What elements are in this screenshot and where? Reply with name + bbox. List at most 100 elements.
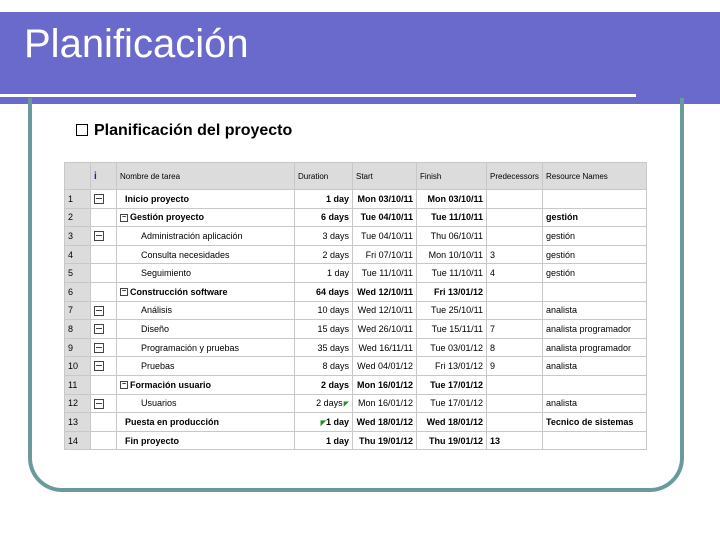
task-resources[interactable]: analista programador (542, 319, 647, 339)
table-row[interactable]: 6 − Construcción software 64 days Wed 12/… (64, 281, 647, 302)
task-duration[interactable]: 8 days (294, 356, 353, 376)
task-predecessors[interactable] (486, 393, 543, 414)
task-resources[interactable]: analista programador (542, 337, 647, 358)
header-info[interactable]: i (90, 162, 117, 190)
task-duration[interactable]: 35 days (294, 337, 353, 358)
task-duration-cell[interactable]: ◤1 day (294, 412, 353, 432)
task-start[interactable]: Wed 16/11/11 (352, 337, 417, 358)
task-name[interactable]: Fin proyecto (116, 430, 295, 451)
task-finish[interactable]: Mon 03/10/11 (416, 189, 487, 209)
header-start[interactable]: Start (352, 162, 417, 190)
table-row[interactable]: 12 Usuarios 2 days◤ Mon 16/01/12 Tue 17/… (64, 393, 647, 414)
task-name[interactable]: Inicio proyecto (116, 189, 295, 209)
task-resources[interactable]: analista (542, 356, 647, 376)
task-finish[interactable]: Thu 19/01/12 (416, 430, 487, 451)
task-resources[interactable]: analista (542, 393, 647, 414)
task-predecessors[interactable] (486, 374, 543, 395)
task-name[interactable]: Consulta necesidades (116, 244, 295, 265)
task-duration[interactable]: 2 days (294, 244, 353, 265)
task-predecessors[interactable]: 4 (486, 263, 543, 283)
task-resources[interactable]: gestión (542, 207, 647, 228)
table-row[interactable]: 10 Pruebas 8 days Wed 04/01/12 Fri 13/01… (64, 356, 647, 376)
task-predecessors[interactable] (486, 300, 543, 321)
task-name-cell[interactable]: − Gestión proyecto (116, 207, 295, 228)
task-resources[interactable] (542, 374, 647, 395)
table-row[interactable]: 9 Programación y pruebas 35 days Wed 16/… (64, 337, 647, 358)
task-name[interactable]: Puesta en producción (116, 412, 295, 432)
task-duration[interactable]: 1 day (294, 263, 353, 283)
task-finish[interactable]: Tue 17/01/12 (416, 374, 487, 395)
task-name[interactable]: Análisis (116, 300, 295, 321)
task-finish[interactable]: Thu 06/10/11 (416, 226, 487, 246)
task-resources[interactable]: gestión (542, 244, 647, 265)
task-name[interactable]: Programación y pruebas (116, 337, 295, 358)
collapse-toggle-icon[interactable]: − (120, 381, 128, 390)
table-row[interactable]: 14 Fin proyecto 1 day Thu 19/01/12 Thu 1… (64, 430, 647, 451)
task-predecessors[interactable] (486, 207, 543, 228)
task-finish[interactable]: Tue 17/01/12 (416, 393, 487, 414)
task-resources[interactable]: gestión (542, 263, 647, 283)
task-predecessors[interactable]: 9 (486, 356, 543, 376)
task-finish[interactable]: Wed 18/01/12 (416, 412, 487, 432)
task-predecessors[interactable]: 13 (486, 430, 543, 451)
task-name-cell[interactable]: − Construcción software (116, 281, 295, 302)
table-row[interactable]: 2 − Gestión proyecto 6 days Tue 04/10/11 … (64, 207, 647, 228)
table-row[interactable]: 11 − Formación usuario 2 days Mon 16/01/1… (64, 374, 647, 395)
collapse-toggle-icon[interactable]: − (120, 288, 128, 297)
task-finish[interactable]: Tue 15/11/11 (416, 319, 487, 339)
task-resources[interactable] (542, 189, 647, 209)
task-duration[interactable]: 2 days (294, 374, 353, 395)
task-resources[interactable] (542, 430, 647, 451)
task-duration[interactable]: 1 day (294, 189, 353, 209)
task-start[interactable]: Mon 03/10/11 (352, 189, 417, 209)
task-duration[interactable]: 10 days (294, 300, 353, 321)
task-duration[interactable]: 1 day (294, 430, 353, 451)
task-resources[interactable]: analista (542, 300, 647, 321)
task-predecessors[interactable] (486, 189, 543, 209)
table-row[interactable]: 5 Seguimiento 1 day Tue 11/10/11 Tue 11/… (64, 263, 647, 283)
table-row[interactable]: 4 Consulta necesidades 2 days Fri 07/10/… (64, 244, 647, 265)
task-finish[interactable]: Fri 13/01/12 (416, 281, 487, 302)
task-predecessors[interactable] (486, 226, 543, 246)
task-start[interactable]: Wed 04/01/12 (352, 356, 417, 376)
task-start[interactable]: Tue 11/10/11 (352, 263, 417, 283)
task-start[interactable]: Mon 16/01/12 (352, 393, 417, 414)
task-finish[interactable]: Mon 10/10/11 (416, 244, 487, 265)
task-name[interactable]: Seguimiento (116, 263, 295, 283)
task-predecessors[interactable] (486, 412, 543, 432)
table-row[interactable]: 8 Diseño 15 days Wed 26/10/11 Tue 15/11/… (64, 319, 647, 339)
task-start[interactable]: Tue 04/10/11 (352, 207, 417, 228)
task-name[interactable]: Usuarios (116, 393, 295, 414)
task-predecessors[interactable]: 3 (486, 244, 543, 265)
task-start[interactable]: Wed 12/10/11 (352, 300, 417, 321)
task-start[interactable]: Wed 12/10/11 (352, 281, 417, 302)
task-finish[interactable]: Tue 03/01/12 (416, 337, 487, 358)
table-row[interactable]: 1 Inicio proyecto 1 day Mon 03/10/11 Mon… (64, 189, 647, 209)
task-name[interactable]: Pruebas (116, 356, 295, 376)
task-name[interactable]: Diseño (116, 319, 295, 339)
task-finish[interactable]: Fri 13/01/12 (416, 356, 487, 376)
task-resources[interactable]: gestión (542, 226, 647, 246)
task-predecessors[interactable] (486, 281, 543, 302)
table-row[interactable]: 7 Análisis 10 days Wed 12/10/11 Tue 25/1… (64, 300, 647, 321)
task-start[interactable]: Wed 18/01/12 (352, 412, 417, 432)
task-predecessors[interactable]: 7 (486, 319, 543, 339)
header-name[interactable]: Nombre de tarea (116, 162, 295, 190)
header-duration[interactable]: Duration (294, 162, 353, 190)
header-finish[interactable]: Finish (416, 162, 487, 190)
task-duration[interactable]: 6 days (294, 207, 353, 228)
table-row[interactable]: 13 Puesta en producción ◤1 day Wed 18/01… (64, 412, 647, 432)
task-finish[interactable]: Tue 25/10/11 (416, 300, 487, 321)
task-duration-cell[interactable]: 2 days◤ (294, 393, 353, 414)
task-duration[interactable]: 3 days (294, 226, 353, 246)
table-row[interactable]: 3 Administración aplicación 3 days Tue 0… (64, 226, 647, 246)
task-duration[interactable]: 15 days (294, 319, 353, 339)
task-start[interactable]: Tue 04/10/11 (352, 226, 417, 246)
task-start[interactable]: Wed 26/10/11 (352, 319, 417, 339)
header-predecessors[interactable]: Predecessors (486, 162, 543, 190)
task-duration[interactable]: 64 days (294, 281, 353, 302)
task-predecessors[interactable]: 8 (486, 337, 543, 358)
task-resources[interactable]: Tecnico de sistemas (542, 412, 647, 432)
task-start[interactable]: Mon 16/01/12 (352, 374, 417, 395)
task-finish[interactable]: Tue 11/10/11 (416, 263, 487, 283)
